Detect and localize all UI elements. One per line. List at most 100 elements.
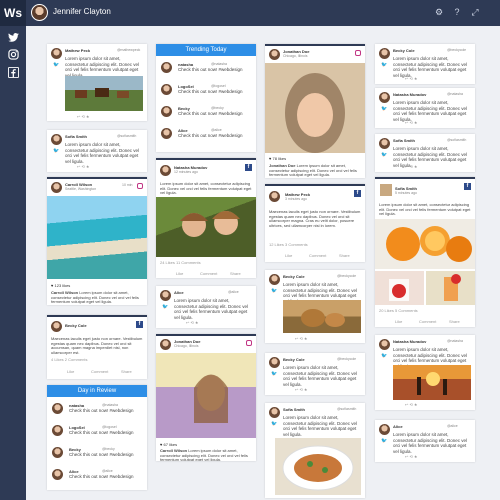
avatar[interactable] xyxy=(52,403,63,414)
tweet-actions[interactable]: ↩ ⟲ ★ xyxy=(405,164,418,169)
girl-hood-photo[interactable] xyxy=(265,63,365,153)
comment-button[interactable]: Comment xyxy=(419,319,436,324)
avatar[interactable] xyxy=(380,184,392,196)
avatar[interactable] xyxy=(379,92,390,103)
tweet-card[interactable]: Becky Cole @beckycole 🐦 Lorem ipsum dolo… xyxy=(375,44,475,84)
avatar[interactable] xyxy=(52,469,63,480)
strawberry-photo[interactable] xyxy=(375,271,424,305)
avatar[interactable] xyxy=(269,191,280,202)
author-handle[interactable]: @becky xyxy=(102,447,115,451)
author-handle[interactable]: @beckycole xyxy=(337,274,356,278)
comment-button[interactable]: Comment xyxy=(91,369,108,374)
tweet-actions[interactable]: ↩ ⟲ ★ xyxy=(405,402,418,407)
app-logo[interactable]: Ws xyxy=(0,0,26,26)
avatar[interactable] xyxy=(51,321,62,332)
woman-flowers-photo[interactable] xyxy=(156,353,256,438)
author-name[interactable]: Natasha Muradov xyxy=(393,339,426,344)
author-name[interactable]: Alice xyxy=(174,290,184,295)
author-handle[interactable]: @alice xyxy=(211,128,222,132)
author-name[interactable]: Becky Cole xyxy=(65,323,87,328)
author-handle[interactable]: @sofiasmith xyxy=(117,134,136,138)
author-handle[interactable]: @beckycole xyxy=(447,48,466,52)
avatar[interactable] xyxy=(269,407,280,418)
instagram-card[interactable]: Carroll Wilson Seattle, Washington 10 mi… xyxy=(47,177,147,305)
author-name[interactable]: Sofia Smith xyxy=(393,138,415,143)
comment-button[interactable]: Comment xyxy=(309,253,326,258)
facebook-card[interactable]: Sofia Smith 5 minutes ago f Lorem ipsum … xyxy=(375,177,475,327)
tweet-card[interactable]: Sofia Smith @sofiasmith 🐦 Lorem ipsum do… xyxy=(375,134,475,172)
like-button[interactable]: Like xyxy=(176,271,183,276)
author-name[interactable]: Becky Cole xyxy=(393,48,415,53)
tweet-actions[interactable]: ↩ ⟲ ★ xyxy=(295,387,308,392)
author-handle[interactable]: @becky xyxy=(211,106,224,110)
like-button[interactable]: Like xyxy=(67,369,74,374)
tweet-actions[interactable]: ↩ ⟲ ★ xyxy=(77,164,90,169)
tweet-card[interactable]: Becky Cole @beckycole 🐦 Lorem ipsum dolo… xyxy=(265,270,365,343)
tweet-card[interactable]: Mathew Peck @mathewpeck 🐦 Lorem ipsum do… xyxy=(47,44,147,121)
share-button[interactable]: Share xyxy=(121,369,132,374)
gear-icon[interactable]: ⚙ xyxy=(433,6,445,18)
user-avatar[interactable] xyxy=(31,4,48,21)
author-handle[interactable]: @beckycole xyxy=(337,357,356,361)
avatar[interactable] xyxy=(51,182,62,193)
food-photo[interactable] xyxy=(275,438,361,495)
instagram-card[interactable]: Jonathan Doe Chicago, Illinois ♥ 78 like… xyxy=(265,44,365,178)
author-handle[interactable]: @sofiasmith xyxy=(447,138,466,142)
author-name[interactable]: Alice xyxy=(393,424,403,429)
facebook-icon[interactable] xyxy=(6,65,20,79)
author-name[interactable]: Becky Cole xyxy=(283,274,305,279)
author-handle[interactable]: @alice xyxy=(228,290,239,294)
facebook-card[interactable]: Becky Cole f Maecenas iaculis eget justo… xyxy=(47,315,147,379)
author-handle[interactable]: @natasha xyxy=(447,92,463,96)
avatar[interactable] xyxy=(379,48,390,59)
author-handle[interactable]: @sofiasmith xyxy=(337,407,356,411)
avatar[interactable] xyxy=(269,357,280,368)
tweet-actions[interactable]: ↩ ⟲ ★ xyxy=(77,114,90,119)
avatar[interactable] xyxy=(269,49,280,60)
share-button[interactable]: Share xyxy=(339,253,350,258)
sunset-photo[interactable] xyxy=(393,365,471,400)
avatar[interactable] xyxy=(160,339,171,350)
author-name[interactable]: Sofia Smith xyxy=(283,407,305,412)
avatar[interactable] xyxy=(51,48,62,59)
help-icon[interactable]: ? xyxy=(451,6,463,18)
author-handle[interactable]: @alice xyxy=(447,424,458,428)
avatar[interactable] xyxy=(379,424,390,435)
avatar[interactable] xyxy=(269,274,280,285)
avatar[interactable] xyxy=(161,128,172,139)
author-handle[interactable]: @natasha xyxy=(211,62,227,66)
share-button[interactable]: Share xyxy=(230,271,241,276)
comment-button[interactable]: Comment xyxy=(200,271,217,276)
beach-photo[interactable] xyxy=(47,196,147,279)
author-name[interactable]: Becky Cole xyxy=(283,357,305,362)
twitter-icon[interactable] xyxy=(6,30,20,44)
tweet-card[interactable]: Alice @alice 🐦 Lorem ipsum dolor sit ame… xyxy=(156,286,256,328)
author-handle[interactable]: @natasha xyxy=(447,339,463,343)
tweet-actions[interactable]: ↩ ⟲ ★ xyxy=(295,336,308,341)
author-handle[interactable]: @alice xyxy=(102,469,113,473)
avatar[interactable] xyxy=(379,138,390,149)
avatar[interactable] xyxy=(160,165,171,176)
user-name[interactable]: Jennifer Clayton xyxy=(53,7,111,16)
instagram-card[interactable]: Jonathan Doe Chicago, Illinois ♥ 67 like… xyxy=(156,334,256,461)
share-button[interactable]: Share xyxy=(449,319,460,324)
children-photo[interactable] xyxy=(156,197,256,257)
tweet-actions[interactable]: ↩ ⟲ ★ xyxy=(405,454,418,459)
horses-photo[interactable] xyxy=(65,76,143,111)
tweet-card[interactable]: Natasha Muradov @natasha 🐦 Lorem ipsum d… xyxy=(375,88,475,128)
tweet-card[interactable]: Becky Cole @beckycole 🐦 Lorem ipsum dolo… xyxy=(265,353,365,395)
instagram-icon[interactable] xyxy=(6,47,20,61)
like-button[interactable]: Like xyxy=(285,253,292,258)
like-button[interactable]: Like xyxy=(395,319,402,324)
avatar[interactable] xyxy=(379,339,390,350)
avatar[interactable] xyxy=(161,62,172,73)
facebook-card[interactable]: Natasha Muradov 12 minutes ago f Lorem i… xyxy=(156,158,256,278)
avatar[interactable] xyxy=(161,106,172,117)
tweet-card[interactable]: Sofia Smith @sofiasmith 🐦 Lorem ipsum do… xyxy=(47,130,147,172)
tweet-actions[interactable]: ↩ ⟲ ★ xyxy=(405,120,418,125)
oranges-photo[interactable] xyxy=(375,219,475,269)
avatar[interactable] xyxy=(52,425,63,436)
tweet-card[interactable]: Alice @alice 🐦 Lorem ipsum dolor sit ame… xyxy=(375,420,475,462)
author-handle[interactable]: @natasha xyxy=(102,403,118,407)
author-name[interactable]: Sofia Smith xyxy=(65,134,87,139)
